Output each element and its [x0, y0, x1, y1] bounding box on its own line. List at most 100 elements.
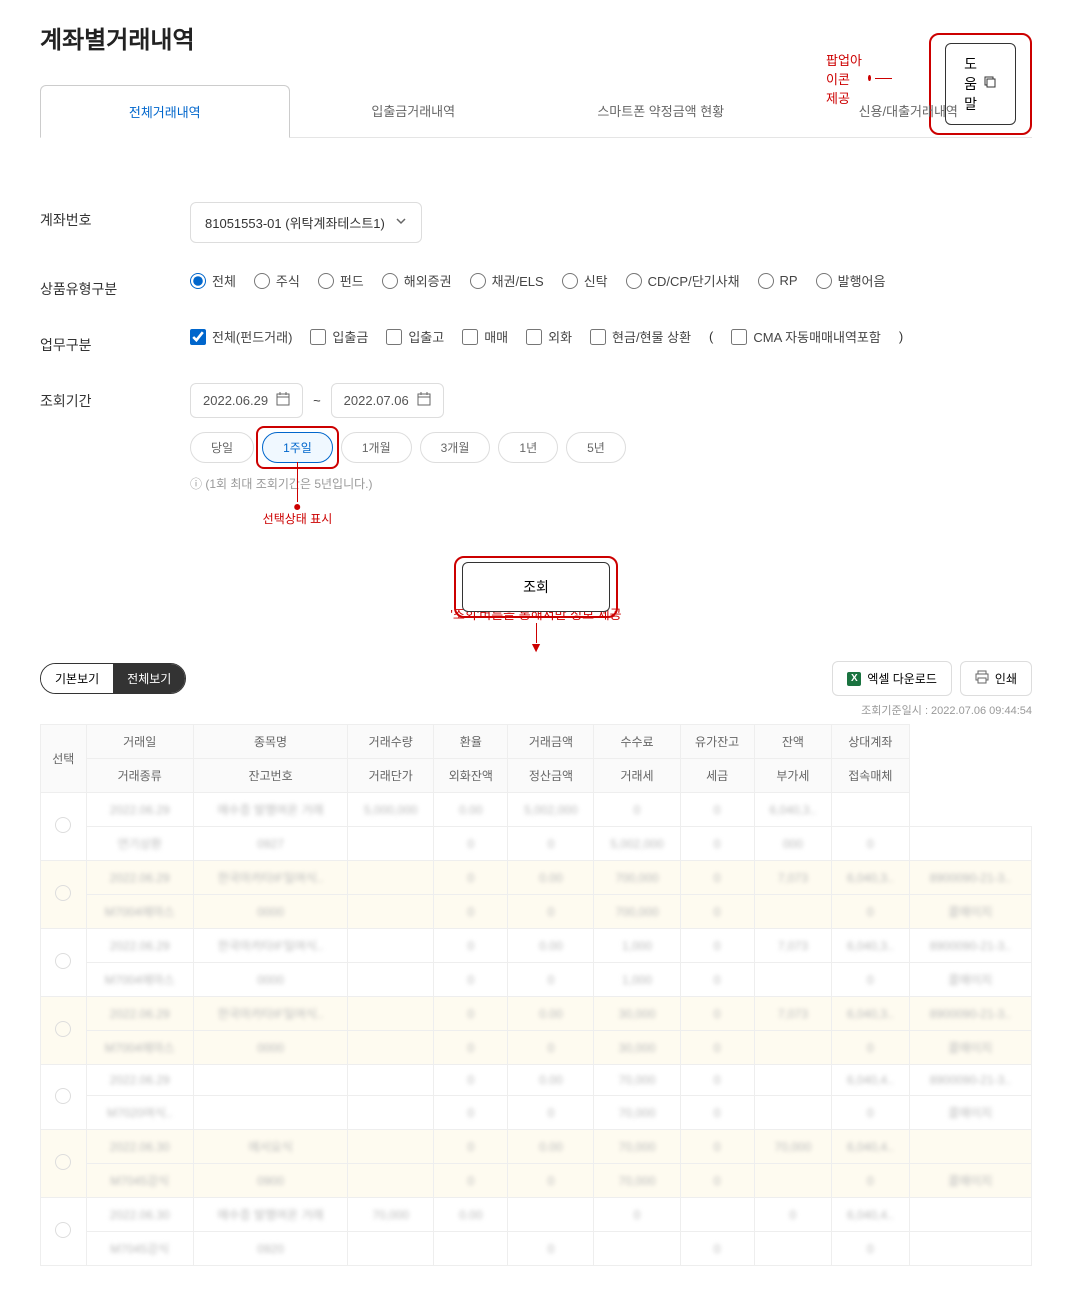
period-btn-5[interactable]: 5년 — [566, 432, 626, 463]
row-select[interactable] — [41, 1130, 87, 1198]
product-radio-2[interactable]: 펀드 — [318, 271, 364, 290]
cell: 2022.06.29 — [86, 929, 193, 963]
biz-check-3[interactable]: 매매 — [462, 327, 508, 346]
table-row: 연기상환0927005,002,00000000 — [41, 827, 1032, 861]
row-select[interactable] — [41, 929, 87, 997]
view-basic-button[interactable]: 기본보기 — [41, 664, 113, 693]
cell: 0 — [680, 997, 754, 1031]
product-radio-1[interactable]: 주식 — [254, 271, 300, 290]
print-icon — [975, 670, 989, 687]
col-subheader: 정산금액 — [508, 759, 594, 793]
period-btn-1[interactable]: 1주일 — [262, 432, 333, 463]
cell: 7,073 — [754, 861, 831, 895]
cell: 8900090-21-3.. — [909, 929, 1031, 963]
cell: 5,000,000 — [348, 793, 434, 827]
row-select[interactable] — [41, 793, 87, 861]
cell: 콜매이지 — [909, 1096, 1031, 1130]
col-subheader: 외화잔액 — [434, 759, 508, 793]
cell: 5,002,000 — [594, 827, 680, 861]
cell: 0 — [680, 1232, 754, 1266]
cell: 0 — [680, 861, 754, 895]
col-subheader: 접속매체 — [832, 759, 909, 793]
period-btn-4[interactable]: 1년 — [498, 432, 558, 463]
product-radio-3[interactable]: 해외증권 — [382, 271, 452, 290]
period-btn-0[interactable]: 당일 — [190, 432, 254, 463]
date-to-input[interactable]: 2022.07.06 — [331, 383, 444, 418]
col-subheader: 거래단가 — [348, 759, 434, 793]
cell: 0 — [434, 861, 508, 895]
biz-check-0[interactable]: 전체(펀드거래) — [190, 327, 292, 346]
biz-type-label: 업무구분 — [40, 327, 190, 355]
table-row: 2022.06.2900.0070,00006,040,4..8900090-2… — [41, 1065, 1032, 1096]
cell: 6,040,3.. — [832, 861, 909, 895]
cell: 8900090-21-3.. — [909, 997, 1031, 1031]
cell — [594, 1232, 680, 1266]
product-radio-5[interactable]: 신탁 — [562, 271, 608, 290]
product-radio-0[interactable]: 전체 — [190, 271, 236, 290]
cell: 0 — [434, 929, 508, 963]
cell: 한국마카타IF일여식.. — [193, 929, 347, 963]
cell: 0 — [508, 1096, 594, 1130]
period-btn-3[interactable]: 3개월 — [420, 432, 491, 463]
cell: 2022.06.30 — [86, 1198, 193, 1232]
cell: 0000 — [193, 1031, 347, 1065]
cma-check[interactable]: CMA 자동매매내역포함 — [731, 327, 880, 346]
cell — [909, 1130, 1031, 1164]
cell — [348, 929, 434, 963]
tab-0[interactable]: 전체거래내역 — [40, 85, 290, 138]
cell: 0.00 — [434, 1198, 508, 1232]
period-btn-2[interactable]: 1개월 — [341, 432, 412, 463]
query-annotation-arrow — [40, 566, 1032, 586]
period-annotation-label: 선택상태 표시 — [263, 504, 333, 527]
table-row: 2022.06.30매수증 발행여온 거래70,0000.00006,040,4… — [41, 1198, 1032, 1232]
row-select[interactable] — [41, 1065, 87, 1130]
cell — [348, 963, 434, 997]
cell — [348, 861, 434, 895]
cell — [508, 1198, 594, 1232]
col-header: 환율 — [434, 725, 508, 759]
cell — [680, 1198, 754, 1232]
tab-3[interactable]: 신용/대출거래내역 — [785, 85, 1033, 137]
tab-2[interactable]: 스마트폰 약정금액 현황 — [537, 85, 785, 137]
col-subheader: 거래세 — [594, 759, 680, 793]
table-row: M7045강식09000070,00000콜매이지 — [41, 1164, 1032, 1198]
biz-check-2[interactable]: 입출고 — [386, 327, 444, 346]
biz-check-5[interactable]: 현금/현물 상환 — [590, 327, 691, 346]
cell — [348, 1232, 434, 1266]
cell: 0.00 — [508, 997, 594, 1031]
tab-1[interactable]: 입출금거래내역 — [290, 85, 538, 137]
product-radio-7[interactable]: RP — [758, 273, 798, 289]
cell: 0 — [508, 827, 594, 861]
cell: 콜매이지 — [909, 1164, 1031, 1198]
cell — [348, 1065, 434, 1096]
biz-check-1[interactable]: 입출금 — [310, 327, 368, 346]
row-select[interactable] — [41, 1198, 87, 1266]
cell: 0 — [508, 1232, 594, 1266]
row-select[interactable] — [41, 997, 87, 1065]
account-select[interactable]: 81051553-01 (위탁계좌테스트1) — [190, 202, 422, 243]
table-row: 2022.06.30에서요식00.0070,000070,0006,040,4.… — [41, 1130, 1032, 1164]
cell: 6,040,4.. — [832, 1065, 909, 1096]
cell: 0 — [680, 895, 754, 929]
biz-check-4[interactable]: 외화 — [526, 327, 572, 346]
period-info-note: ⓘ (1회 최대 조회기간은 5년입니다.) — [190, 475, 1032, 492]
product-radio-6[interactable]: CD/CP/단기사채 — [626, 271, 740, 290]
date-from-input[interactable]: 2022.06.29 — [190, 383, 303, 418]
table-row: 2022.06.29한국마카타IF일여식..00.0030,00007,0736… — [41, 997, 1032, 1031]
col-subheader: 거래종류 — [86, 759, 193, 793]
cell — [348, 827, 434, 861]
excel-download-button[interactable]: X 엑셀 다운로드 — [832, 661, 952, 696]
view-full-button[interactable]: 전체보기 — [113, 664, 185, 693]
cell: 한국마카타IF일여식.. — [193, 997, 347, 1031]
cell: 한국마카타IF일여식.. — [193, 861, 347, 895]
cell: 2022.06.29 — [86, 861, 193, 895]
product-radio-4[interactable]: 채권/ELS — [470, 271, 544, 290]
col-header: 종목명 — [193, 725, 347, 759]
cell: 70,000 — [594, 1130, 680, 1164]
product-radio-8[interactable]: 발행어음 — [816, 271, 886, 290]
query-annotation-text: '조회'버튼을 통해서만 정보 제공 — [40, 604, 1032, 623]
table-row: 2022.06.29한국마카타IF일여식..00.00700,00007,073… — [41, 861, 1032, 895]
row-select[interactable] — [41, 861, 87, 929]
table-row: M7004에마스0000001,00000콜매이지 — [41, 963, 1032, 997]
print-button[interactable]: 인쇄 — [960, 661, 1032, 696]
